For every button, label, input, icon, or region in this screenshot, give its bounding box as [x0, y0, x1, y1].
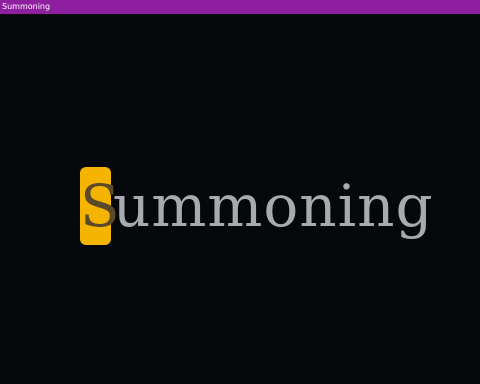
- title-bar[interactable]: Summoning: [0, 0, 480, 14]
- current-letter-highlight: S: [80, 167, 120, 245]
- remaining-letters: ummoning: [113, 172, 434, 240]
- game-window: Summoning S ummoning: [0, 0, 480, 384]
- game-canvas[interactable]: S ummoning: [0, 14, 480, 384]
- typing-word: S ummoning: [80, 158, 434, 254]
- window-title: Summoning: [2, 2, 51, 11]
